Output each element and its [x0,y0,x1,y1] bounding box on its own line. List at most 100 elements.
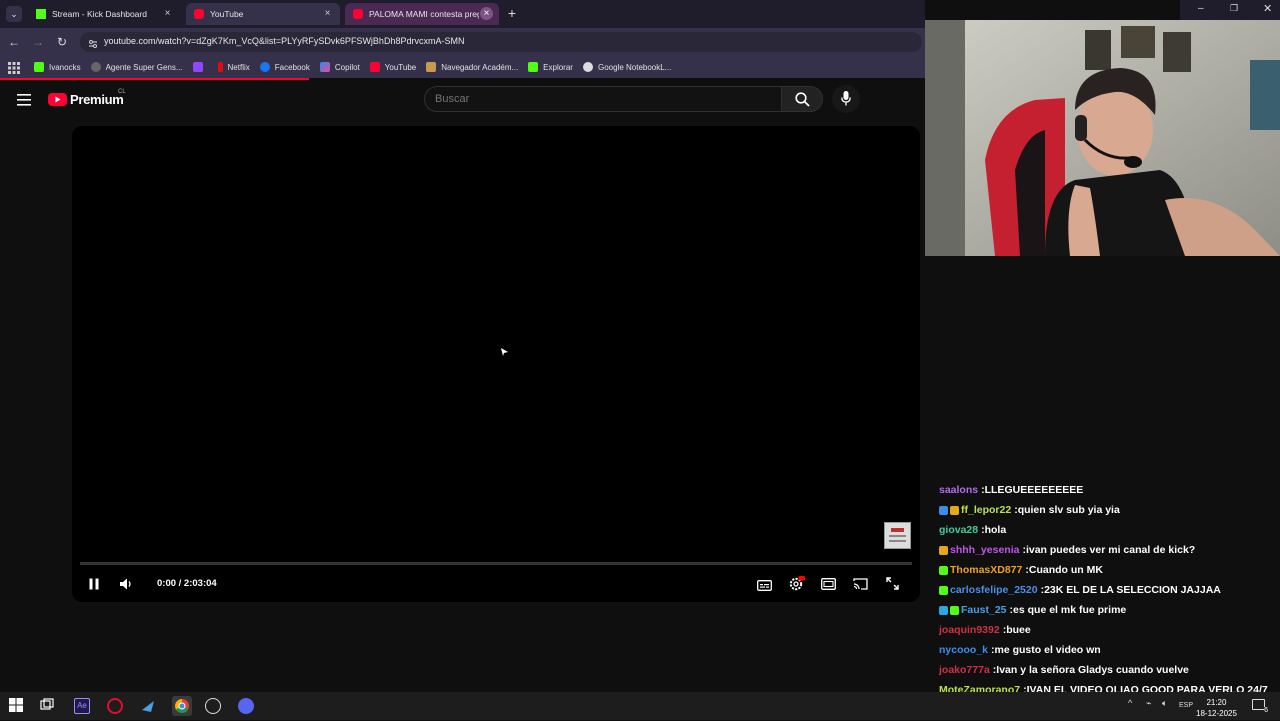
tab-title: Stream - Kick Dashboard [52,9,147,19]
microphone-icon [841,91,851,111]
bookmark-agente[interactable]: Agente Super Gens... [90,62,183,72]
show-hidden-icons-icon[interactable]: ^ [1128,698,1132,708]
chat-username[interactable]: saalons [939,484,978,496]
bookmark-youtube[interactable]: YouTube [369,62,416,72]
chat-username[interactable]: joako777a [939,664,990,676]
region-code: CL [118,89,126,95]
chat-message: saalons: LLEGUEEEEEEEEE [939,480,1279,500]
copilot-icon [319,62,330,72]
kick-icon [34,62,44,72]
mouse-cursor-icon [501,343,509,361]
chat-username[interactable]: joaquin9392 [939,624,1000,636]
address-toolbar: ← → ↻ youtube.com/watch?v=dZgK7Km_VcQ&li… [0,28,925,56]
bookmark-twitch[interactable] [192,62,208,72]
tab-paloma-mami[interactable]: PALOMA MAMI contesta pregu × [345,3,499,25]
restore-icon[interactable]: ❐ [1230,3,1238,14]
chat-username[interactable]: nycooo_k [939,644,988,656]
chat-text: me gusto el video wn [994,644,1101,656]
chat-badge-icon [939,565,948,575]
kick-icon [528,62,539,72]
chat-text: Ivan y la señora Gladys cuando vuelve [996,664,1189,676]
discord-icon[interactable] [238,698,254,714]
tab-youtube[interactable]: YouTube × [186,3,340,25]
search-button[interactable] [781,86,823,112]
bookmark-ivanocks[interactable]: Ivanocks [34,62,81,72]
network-icon[interactable]: ⌁ [1146,698,1151,709]
bookmark-navegador[interactable]: Navegador Académ... [426,62,518,72]
bookmark-copilot[interactable]: Copilot [319,62,360,72]
task-view-icon[interactable] [40,698,56,714]
volume-icon[interactable] [120,577,134,595]
netflix-icon [217,62,223,72]
browser-tab-bar: ⌄ Stream - Kick Dashboard × YouTube × PA… [0,0,925,28]
tab-list-dropdown-button[interactable]: ⌄ [6,6,22,22]
youtube-logo[interactable]: Premium [48,91,124,107]
chat-username[interactable]: shhh_yesenia [950,544,1019,556]
notebooklm-icon [582,62,593,72]
chat-username[interactable]: giova28 [939,524,978,536]
bookmark-facebook[interactable]: Facebook [259,62,310,72]
omnibox[interactable]: youtube.com/watch?v=dZgK7Km_VcQ&list=PLY… [80,32,922,52]
new-tab-button[interactable]: + [505,6,519,20]
close-tab-icon[interactable]: × [161,7,174,20]
bookmark-notebooklm[interactable]: Google NotebookL... [582,62,671,72]
stream-chat: saalons: LLEGUEEEEEEEEE ff_lepor22: quien… [939,480,1279,720]
clock[interactable]: 21:20 18-12-2025 [1196,697,1237,719]
speaker-icon[interactable]: 🔈︎ [1162,698,1167,709]
opera-gx-icon[interactable] [107,698,123,714]
tab-title: PALOMA MAMI contesta pregu [369,9,479,19]
logo-text: Premium [70,91,124,107]
site-info-icon[interactable] [88,36,98,48]
chat-username[interactable]: Faust_25 [961,604,1007,616]
close-tab-icon[interactable]: × [480,7,493,20]
tab-kick-dashboard[interactable]: Stream - Kick Dashboard × [28,3,180,25]
theater-mode-icon[interactable] [821,577,836,595]
book-icon [426,62,437,72]
youtube-icon [353,9,363,19]
chat-badge-icon [939,505,948,515]
close-tab-icon[interactable]: × [321,7,334,20]
windows-start-icon[interactable] [9,698,25,714]
obs-icon[interactable] [205,698,221,714]
webcam-feed [925,20,1280,256]
search-input[interactable] [435,93,755,105]
language-indicator[interactable]: ESP [1179,702,1193,709]
settings-gear-icon[interactable] [789,576,805,596]
apps-icon[interactable] [8,61,20,74]
cast-icon[interactable] [853,577,868,595]
search-box[interactable] [424,86,782,112]
pause-icon[interactable] [88,577,100,595]
voice-search-button[interactable] [832,85,860,113]
forward-icon[interactable]: → [30,34,46,50]
clock-time: 21:20 [1206,698,1227,707]
chat-username[interactable]: ThomasXD877 [950,564,1022,576]
chat-text: Cuando un MK [1028,564,1103,576]
back-icon[interactable]: ← [6,34,22,50]
chat-username[interactable]: ff_lepor22 [961,504,1011,516]
reload-icon[interactable]: ↻ [54,34,70,50]
facebook-icon [259,62,270,72]
subtitles-icon[interactable] [757,578,772,596]
chat-message: joaquin9392: buee [939,620,1279,640]
chat-username[interactable]: carlosfelipe_2520 [950,584,1038,596]
chat-text: es que el mk fue prime [1013,604,1127,616]
close-window-icon[interactable]: ✕ [1263,2,1272,15]
chat-message: ff_lepor22: quien slv sub yia yia [939,500,1279,520]
fullscreen-icon[interactable] [886,577,899,595]
minimize-icon[interactable]: – [1198,3,1204,14]
url-text: youtube.com/watch?v=dZgK7Km_VcQ&list=PLY… [104,36,465,46]
channel-watermark[interactable] [884,522,911,549]
after-effects-icon[interactable]: Ae [74,698,90,714]
chat-text: LLEGUEEEEEEEEE [984,484,1084,496]
notifications-icon[interactable]: 6 [1252,699,1268,714]
menu-icon[interactable] [17,93,31,106]
chrome-icon[interactable] [172,696,192,716]
chat-text: quien slv sub yia yia [1017,504,1120,516]
app-icon[interactable] [140,698,156,714]
bookmark-explorar[interactable]: Explorar [528,62,573,72]
bookmark-netflix[interactable]: Netflix [217,62,250,72]
video-player[interactable]: 0:00 / 2:03:04 [72,126,920,602]
chat-text: ivan puedes ver mi canal de kick? [1025,544,1196,556]
clock-date: 18-12-2025 [1196,709,1237,718]
progress-bar[interactable] [80,562,912,565]
